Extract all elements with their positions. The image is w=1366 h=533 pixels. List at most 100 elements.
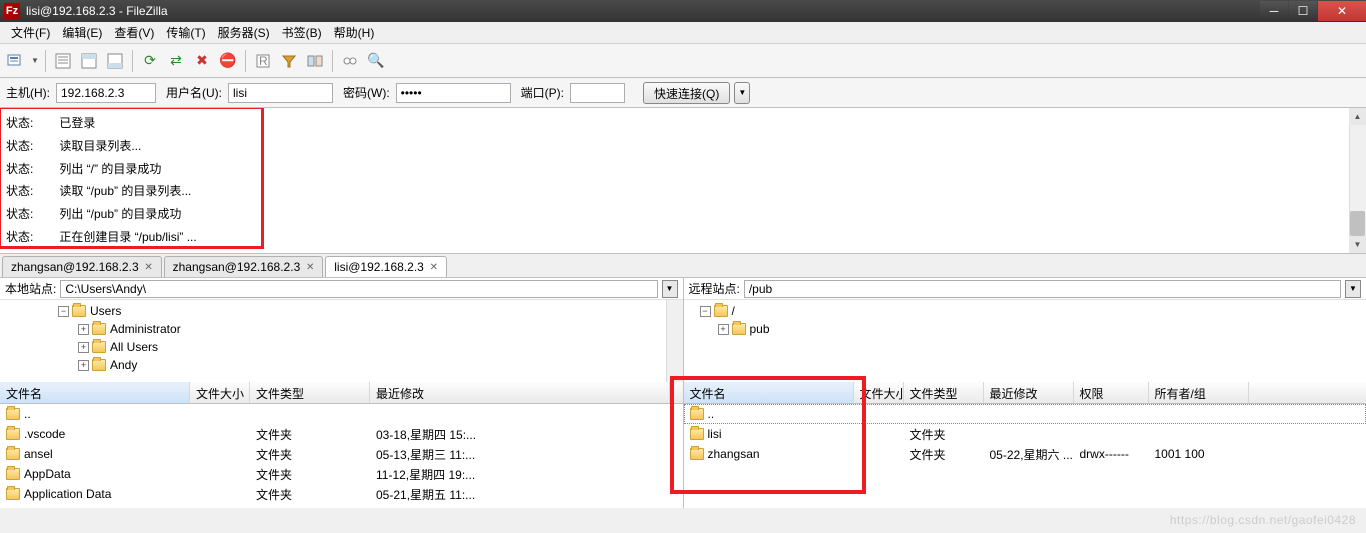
folder-icon <box>732 323 746 335</box>
folder-icon <box>6 448 20 460</box>
column-header[interactable]: 所有者/组 <box>1149 382 1249 403</box>
file-row[interactable]: AppData文件夹11-12,星期四 19:... <box>0 464 683 484</box>
cell <box>984 412 1074 416</box>
tree-item[interactable]: −/ <box>684 302 1366 320</box>
cell: 05-22,星期六 ... <box>984 444 1074 465</box>
cell: drwx------ <box>1074 445 1149 463</box>
search-icon[interactable]: 🔍 <box>364 49 388 73</box>
local-tree[interactable]: −Users+Administrator+All Users+Andy <box>0 300 683 382</box>
user-label: 用户名(U): <box>166 84 222 101</box>
quickconnect-button[interactable]: 快速连接(Q) <box>643 82 730 104</box>
toggle-log-icon[interactable] <box>51 49 75 73</box>
column-header[interactable]: 文件类型 <box>250 382 370 403</box>
menu-view[interactable]: 查看(V) <box>108 22 160 43</box>
pass-input[interactable] <box>396 83 511 103</box>
connection-tab[interactable]: zhangsan@192.168.2.3✕ <box>164 256 324 277</box>
menu-server[interactable]: 服务器(S) <box>212 22 276 43</box>
column-header[interactable]: 文件大小 <box>190 382 250 403</box>
tree-item-label: All Users <box>110 340 158 354</box>
tab-close-icon[interactable]: ✕ <box>304 261 316 273</box>
column-header[interactable]: 权限 <box>1074 382 1149 403</box>
file-row[interactable]: lisi文件夹 <box>684 424 1366 444</box>
toggle-tree-icon[interactable] <box>77 49 101 73</box>
file-name-cell: .. <box>0 405 190 423</box>
compare-icon[interactable] <box>303 49 327 73</box>
column-header[interactable]: 最近修改 <box>370 382 670 403</box>
collapse-icon[interactable]: − <box>700 306 711 317</box>
cell: 文件夹 <box>904 444 984 465</box>
log-scrollbar[interactable]: ▲ ▼ <box>1349 108 1366 253</box>
site-manager-icon[interactable] <box>4 49 28 73</box>
local-site-dropdown-icon[interactable]: ▼ <box>662 280 678 298</box>
column-header[interactable]: 文件大小 <box>854 382 904 403</box>
file-row[interactable]: ansel文件夹05-13,星期三 11:... <box>0 444 683 464</box>
tree-item-label: Andy <box>110 358 137 372</box>
file-row[interactable]: .. <box>0 404 683 424</box>
menu-file[interactable]: 文件(F) <box>5 22 56 43</box>
remote-site-dropdown-icon[interactable]: ▼ <box>1345 280 1361 298</box>
cell <box>854 412 904 416</box>
file-name-cell: ansel <box>0 445 190 463</box>
expand-icon[interactable]: + <box>78 342 89 353</box>
local-site-input[interactable] <box>60 280 657 298</box>
close-button[interactable]: ✕ <box>1318 1 1366 21</box>
cancel-icon[interactable]: ✖ <box>190 49 214 73</box>
site-manager-dropdown-icon[interactable]: ▼ <box>30 49 40 73</box>
column-header[interactable]: 最近修改 <box>984 382 1074 403</box>
connection-tab[interactable]: lisi@192.168.2.3✕ <box>325 256 447 277</box>
cell <box>984 432 1074 436</box>
tab-close-icon[interactable]: ✕ <box>143 261 155 273</box>
remote-site-input[interactable] <box>744 280 1341 298</box>
user-input[interactable] <box>228 83 333 103</box>
menu-bookmarks[interactable]: 书签(B) <box>276 22 328 43</box>
column-header[interactable]: 文件类型 <box>904 382 984 403</box>
expand-icon[interactable]: + <box>78 324 89 335</box>
reconnect-icon[interactable]: R <box>251 49 275 73</box>
tree-item[interactable]: + All Users <box>0 338 683 356</box>
filter-icon[interactable] <box>277 49 301 73</box>
file-lists: 文件名文件大小文件类型最近修改 ...vscode文件夹03-18,星期四 15… <box>0 382 1366 508</box>
folder-icon <box>6 428 20 440</box>
column-header[interactable]: 文件名 <box>0 382 190 403</box>
folder-icon <box>690 448 704 460</box>
refresh-icon[interactable]: ⟳ <box>138 49 162 73</box>
host-input[interactable] <box>56 83 156 103</box>
disconnect-icon[interactable]: ⛔ <box>216 49 240 73</box>
menu-bar: 文件(F) 编辑(E) 查看(V) 传输(T) 服务器(S) 书签(B) 帮助(… <box>0 22 1366 44</box>
tree-item[interactable]: + Andy <box>0 356 683 374</box>
menu-transfer[interactable]: 传输(T) <box>160 22 211 43</box>
folder-icon <box>6 468 20 480</box>
port-input[interactable] <box>570 83 625 103</box>
quickconnect-dropdown-icon[interactable]: ▼ <box>734 82 750 104</box>
tree-item[interactable]: +pub <box>684 320 1366 338</box>
toggle-queue-icon[interactable] <box>103 49 127 73</box>
file-row[interactable]: .. <box>684 404 1366 424</box>
file-row[interactable]: .vscode文件夹03-18,星期四 15:... <box>0 424 683 444</box>
file-row[interactable]: zhangsan文件夹05-22,星期六 ...drwx------1001 1… <box>684 444 1366 464</box>
collapse-icon[interactable]: − <box>58 306 69 317</box>
pass-label: 密码(W): <box>343 84 390 101</box>
tree-item[interactable]: +Administrator <box>0 320 683 338</box>
tab-close-icon[interactable]: ✕ <box>428 261 440 273</box>
sync-browse-icon[interactable] <box>338 49 362 73</box>
cell: 文件夹 <box>250 424 370 445</box>
minimize-button[interactable]: ─ <box>1260 1 1288 21</box>
cell <box>370 412 670 416</box>
process-queue-icon[interactable]: ⇄ <box>164 49 188 73</box>
expand-icon[interactable]: + <box>78 360 89 371</box>
local-tree-scrollbar[interactable] <box>666 300 683 382</box>
remote-tree[interactable]: −/+pub <box>684 300 1366 382</box>
menu-help[interactable]: 帮助(H) <box>328 22 381 43</box>
folder-icon <box>92 323 106 335</box>
maximize-button[interactable]: ☐ <box>1289 1 1317 21</box>
expand-icon[interactable]: + <box>718 324 729 335</box>
watermark: https://blog.csdn.net/gaofei0428 <box>1170 513 1356 527</box>
file-row[interactable]: Application Data文件夹05-21,星期五 11:... <box>0 484 683 504</box>
column-header[interactable]: 文件名 <box>684 382 854 403</box>
connection-tab[interactable]: zhangsan@192.168.2.3✕ <box>2 256 162 277</box>
cell: 文件夹 <box>250 464 370 485</box>
cell: 文件夹 <box>250 484 370 505</box>
tree-item[interactable]: −Users <box>0 302 683 320</box>
menu-edit[interactable]: 编辑(E) <box>56 22 108 43</box>
cell <box>904 412 984 416</box>
